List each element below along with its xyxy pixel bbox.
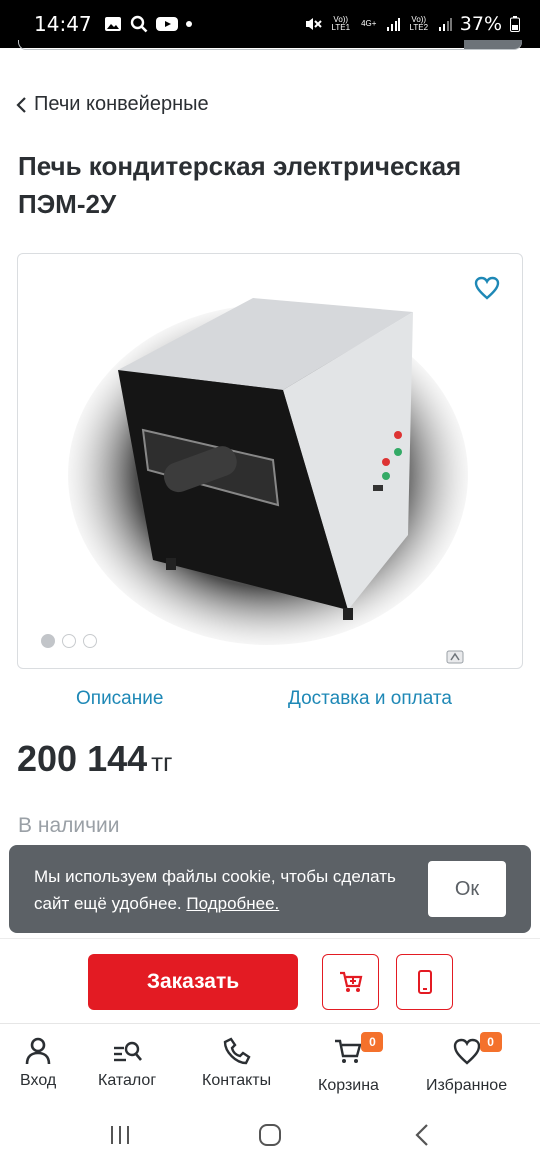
catalog-search-icon — [114, 1041, 143, 1062]
nav-contacts-label: Контакты — [202, 1072, 272, 1089]
mute-icon — [305, 18, 322, 30]
action-bar: Заказать — [0, 938, 540, 1022]
cookie-banner: Мы используем файлы cookie, чтобы сделат… — [9, 845, 531, 933]
product-price: 200 144 тг — [17, 738, 173, 780]
gallery-dot[interactable] — [83, 634, 97, 648]
back-link-label: Печи конвейерные — [34, 93, 209, 115]
search-field[interactable] — [18, 40, 522, 50]
status-system-icons: Vo)) LTE1 4G+ Vo)) LTE2 37% — [304, 13, 520, 35]
back-icon[interactable] — [412, 1123, 432, 1147]
tab-description[interactable]: Описание — [76, 688, 163, 710]
nav-contacts[interactable]: Контакты — [202, 1036, 271, 1090]
gallery-dot[interactable] — [41, 634, 55, 648]
product-title: Печь кондитерская электрическая ПЭМ-2У — [18, 151, 462, 219]
status-notification-icons — [104, 15, 192, 33]
bottom-navigation: Вход Каталог Контакты 0 Корзина 0 Избран… — [0, 1023, 540, 1103]
nav-login-label: Вход — [20, 1072, 57, 1089]
nav-favorites-label: Избранное — [426, 1077, 508, 1094]
phone-icon — [417, 970, 432, 994]
heart-icon — [453, 1038, 480, 1065]
gallery-pagination — [41, 634, 97, 648]
battery-percent: 37% — [459, 13, 502, 35]
signal2-icon — [438, 18, 452, 31]
price-value: 200 144 — [17, 738, 148, 779]
home-icon[interactable] — [258, 1123, 282, 1147]
battery-icon — [510, 16, 520, 32]
phone-icon — [223, 1037, 251, 1065]
favorites-badge: 0 — [479, 1032, 502, 1052]
cart-icon — [339, 971, 362, 992]
gallery-dot[interactable] — [62, 634, 76, 648]
back-link[interactable]: Печи конвейерные — [16, 93, 209, 116]
chevron-left-icon — [16, 96, 26, 113]
cookie-more-link[interactable]: Подробнее. — [186, 894, 279, 913]
fullscreen-icon[interactable] — [446, 650, 464, 664]
tab-delivery[interactable]: Доставка и оплата — [288, 688, 452, 710]
nav-catalog-label: Каталог — [98, 1072, 157, 1089]
heart-icon[interactable] — [474, 276, 500, 300]
nav-favorites[interactable]: 0 Избранное — [426, 1032, 508, 1095]
nav-catalog[interactable]: Каталог — [98, 1036, 156, 1090]
search-button[interactable] — [464, 40, 522, 49]
lte2-indicator: Vo)) LTE2 — [409, 15, 429, 32]
user-icon — [25, 1037, 51, 1065]
gallery-icon — [104, 17, 121, 31]
dot-icon — [185, 21, 192, 27]
product-image — [68, 298, 468, 645]
cart-badge: 0 — [361, 1032, 384, 1052]
recent-apps-icon[interactable] — [108, 1123, 132, 1147]
call-button[interactable] — [396, 954, 453, 1010]
signal-icon — [386, 18, 400, 31]
stock-status: В наличии — [18, 814, 120, 837]
nav-cart[interactable]: 0 Корзина — [318, 1032, 384, 1095]
lte1-indicator: Vo)) LTE1 — [331, 15, 351, 32]
cookie-ok-button[interactable]: Ок — [428, 861, 506, 917]
order-button[interactable]: Заказать — [88, 954, 298, 1010]
product-gallery[interactable] — [17, 253, 523, 669]
youtube-icon — [155, 17, 178, 31]
search-icon — [130, 15, 148, 33]
system-navigation — [0, 1103, 540, 1170]
cart-icon — [335, 1039, 363, 1063]
4g-indicator: 4G+ — [361, 19, 377, 28]
nav-cart-label: Корзина — [318, 1077, 379, 1094]
nav-login[interactable]: Вход — [20, 1036, 56, 1090]
cookie-message: Мы используем файлы cookie, чтобы сделат… — [34, 863, 424, 917]
status-time: 14:47 — [34, 12, 92, 36]
add-to-cart-button[interactable] — [322, 954, 379, 1010]
price-currency: тг — [151, 747, 173, 777]
